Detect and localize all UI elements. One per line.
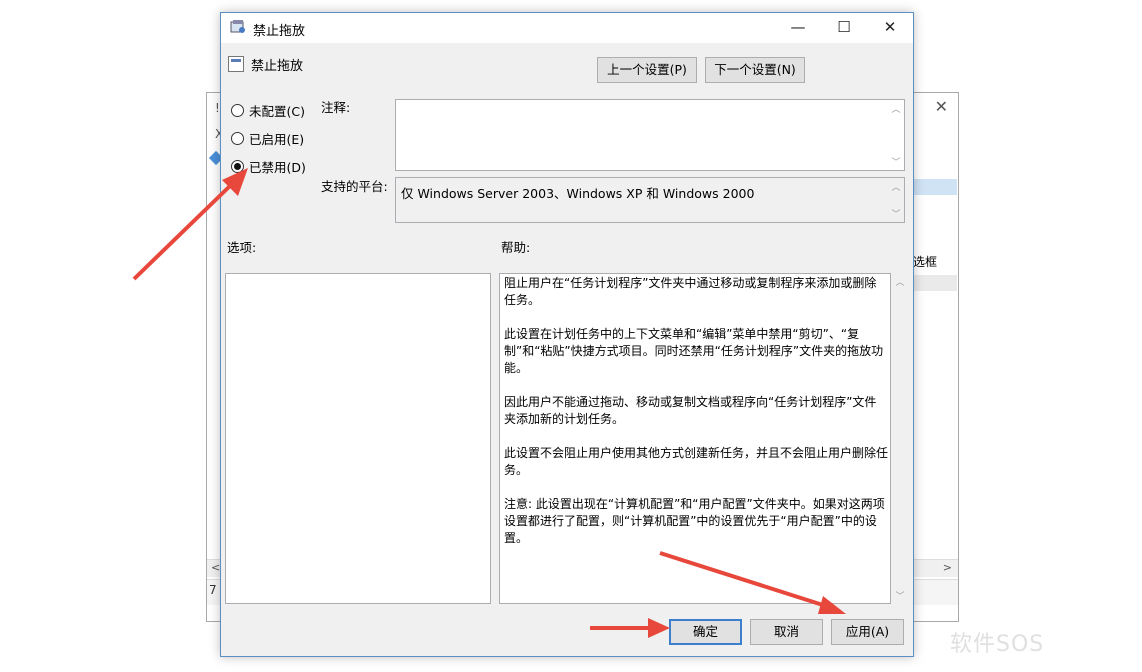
annotation-arrow [659,551,846,614]
annotation-arrow [590,618,670,638]
annotation-arrows [132,168,846,638]
watermark: 软件SOS [950,632,1045,657]
annotation-arrow [132,168,248,281]
